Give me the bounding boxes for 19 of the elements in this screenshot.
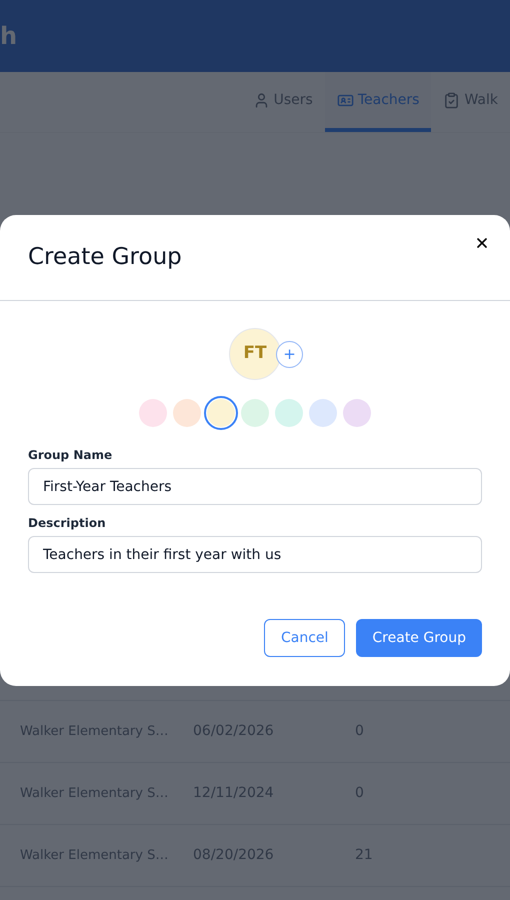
color-swatch[interactable] (139, 399, 167, 427)
color-swatch[interactable] (275, 399, 303, 427)
dialog-title: Create Group (28, 243, 182, 272)
color-swatch[interactable] (309, 399, 337, 427)
color-swatch[interactable] (343, 399, 371, 427)
color-swatch[interactable] (207, 399, 235, 427)
cancel-button[interactable]: Cancel (264, 619, 346, 657)
group-avatar: FT (229, 328, 281, 380)
color-swatch[interactable] (173, 399, 201, 427)
header-title: h (0, 21, 18, 52)
create-button[interactable]: Create Group (356, 619, 482, 657)
close-icon[interactable] (474, 235, 490, 251)
clipboard-check-icon (443, 92, 460, 108)
color-swatch[interactable] (241, 399, 269, 427)
field-label: Description (28, 515, 107, 532)
field-label: Group Name (28, 447, 114, 464)
add-button[interactable]: + (276, 341, 303, 368)
text-field[interactable]: Teachers in their first year with us (28, 536, 482, 573)
text-field[interactable]: First-Year Teachers (28, 468, 482, 505)
